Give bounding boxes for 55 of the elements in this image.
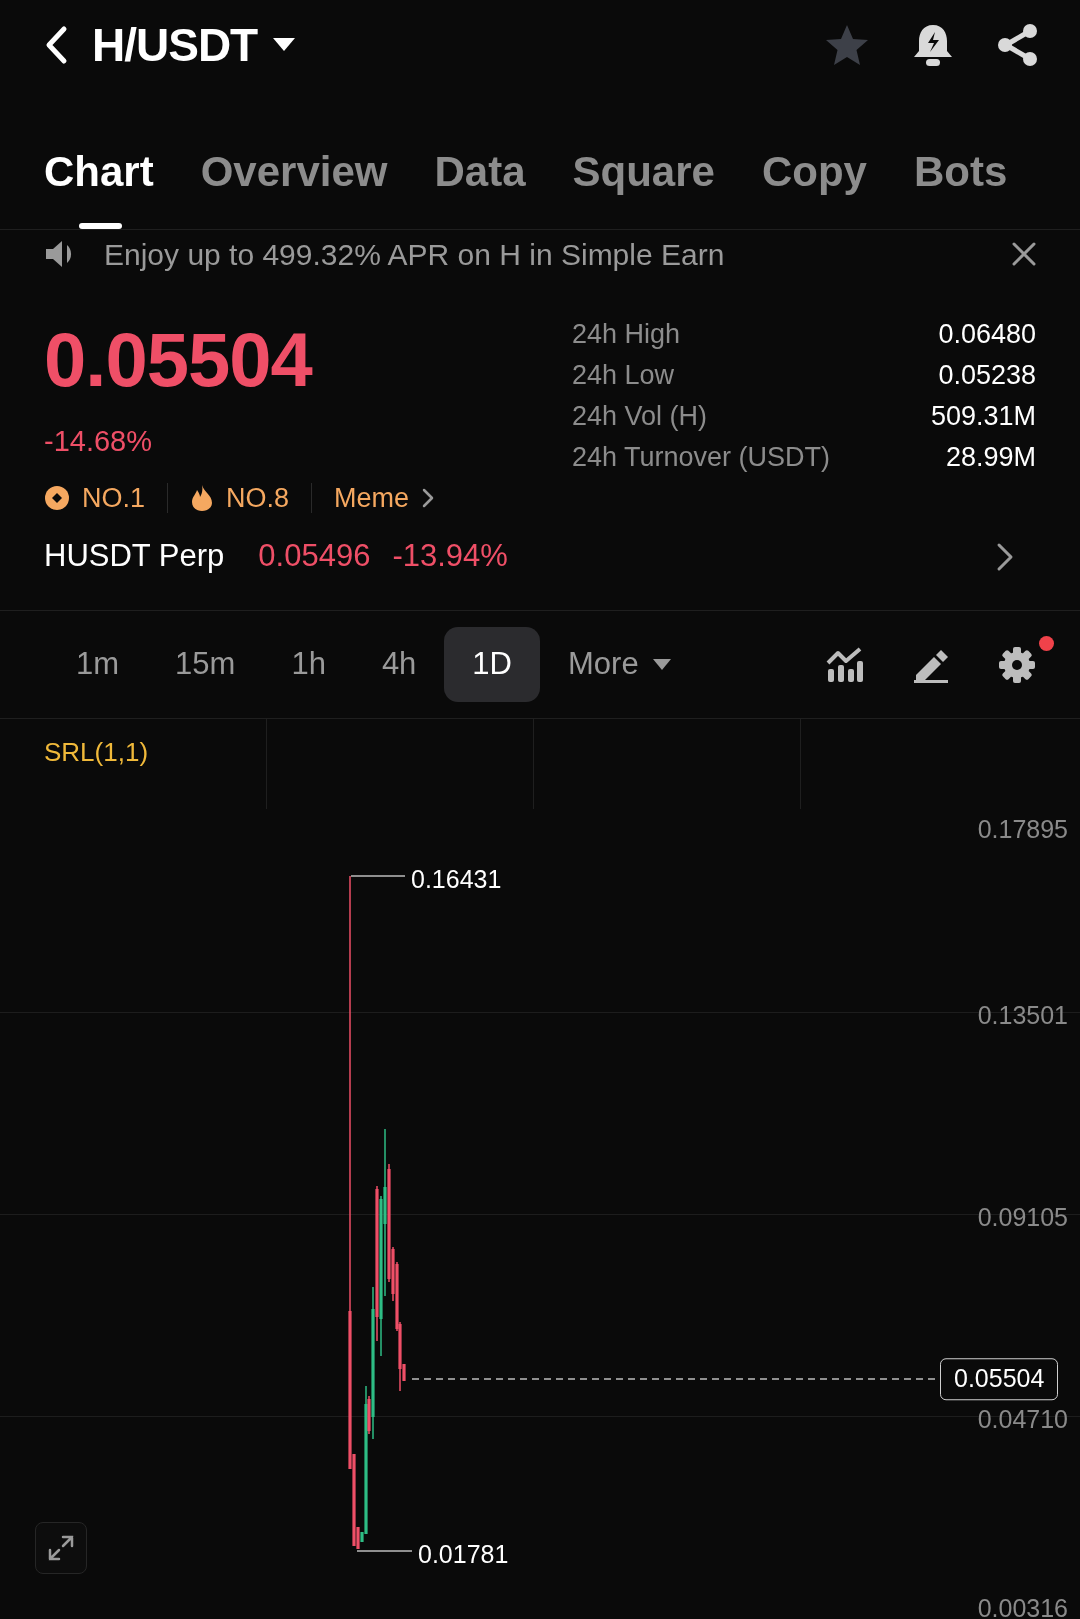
- indicator-icon: [826, 646, 864, 683]
- high-price-label: 0.16431: [411, 864, 502, 895]
- alert-button[interactable]: [912, 22, 954, 68]
- timeframe-tab[interactable]: 1h: [263, 627, 354, 702]
- tab[interactable]: Overview: [200, 140, 388, 229]
- chevron-icon: [421, 486, 436, 509]
- tab[interactable]: Chart: [44, 140, 154, 229]
- settings-icon: [998, 645, 1036, 684]
- axis-label: 0.04710: [977, 1404, 1068, 1435]
- bell-icon: [912, 22, 954, 68]
- last-price-tag: 0.05504: [940, 1358, 1059, 1400]
- flame-icon: [190, 483, 215, 512]
- tab[interactable]: Square: [572, 140, 715, 229]
- leader-line: [356, 1550, 413, 1552]
- leader-line: [350, 875, 406, 877]
- axis-label: 0.17895: [977, 814, 1068, 845]
- indicator-label: SRL(1,1): [44, 737, 149, 767]
- close-button[interactable]: [1012, 242, 1036, 266]
- pair-selector[interactable]: H/USDT: [92, 10, 296, 80]
- stat-value: 509.31M: [930, 400, 1036, 433]
- indicator-button[interactable]: [826, 646, 864, 683]
- timeframe-tab[interactable]: 1D: [444, 627, 540, 702]
- stat-value: 0.05238: [938, 359, 1036, 392]
- share-button[interactable]: [996, 23, 1040, 67]
- coin-icon: [44, 484, 70, 511]
- last-price: 0.05504: [44, 322, 314, 398]
- back-button[interactable]: [44, 25, 68, 65]
- stat-label: 24h Turnover (USDT): [572, 441, 831, 474]
- axis-label: 0.09105: [977, 1202, 1068, 1233]
- chevron-icon: [996, 541, 1014, 572]
- expand-icon: [48, 1535, 74, 1561]
- timeframe-tab[interactable]: 1m: [48, 627, 148, 702]
- caret-icon: [652, 658, 671, 671]
- tab[interactable]: Copy: [761, 140, 867, 229]
- tab[interactable]: Data: [434, 140, 526, 229]
- price-change: -14.68%: [44, 424, 153, 459]
- stat-value: 28.99M: [945, 441, 1036, 474]
- stat-label: 24h High: [572, 318, 681, 351]
- timeframe-tab[interactable]: 15m: [147, 627, 264, 702]
- low-price-label: 0.01781: [418, 1539, 509, 1570]
- axis-label: 0.13501: [977, 1000, 1068, 1031]
- star-icon: [824, 23, 870, 67]
- close-icon: [1012, 242, 1036, 266]
- axis-label: 0.00316: [977, 1593, 1068, 1619]
- share-icon: [996, 23, 1040, 67]
- timeframe-tab[interactable]: 4h: [353, 627, 445, 702]
- fullscreen-button[interactable]: [35, 1522, 87, 1574]
- timeframe-tab[interactable]: More: [540, 627, 699, 702]
- announcement-text: Enjoy up to 499.32% APR on H in Simple Earn: [104, 236, 725, 273]
- caret-icon: [273, 38, 296, 52]
- tab[interactable]: Bots: [913, 140, 1008, 229]
- stat-label: 24h Low: [572, 359, 675, 392]
- stat-label: 24h Vol (H): [572, 400, 708, 433]
- stat-value: 0.06480: [938, 318, 1036, 351]
- back-icon: [44, 25, 68, 65]
